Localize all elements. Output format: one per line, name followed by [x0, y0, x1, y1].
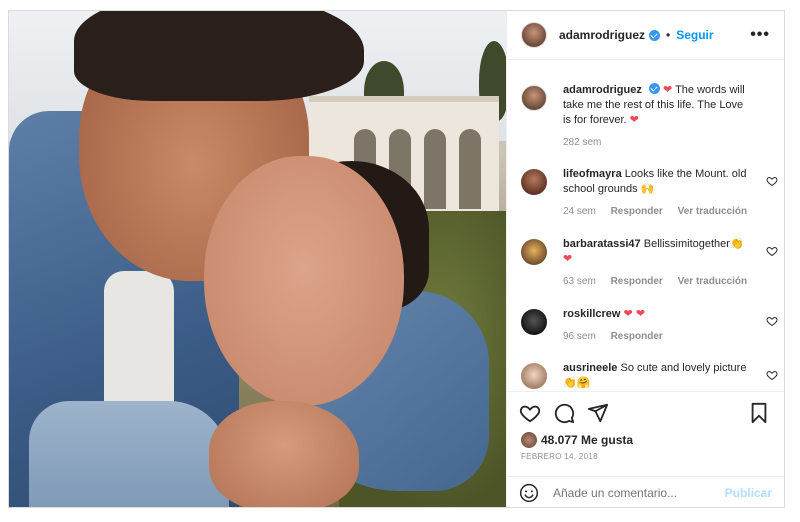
- comment-username[interactable]: roskillcrew: [563, 308, 620, 320]
- reply-button[interactable]: Responder: [611, 206, 663, 217]
- photo-woman-face: [204, 156, 404, 406]
- header-separator: •: [666, 28, 671, 42]
- comment-body: ausrineele So cute and lovely picture 👏🤗: [563, 361, 748, 391]
- like-comment-icon[interactable]: [766, 175, 778, 187]
- comment-text: Bellissimitogether: [643, 238, 730, 250]
- comment-username[interactable]: ausrineele: [563, 362, 617, 374]
- caption-meta: 282 sem: [563, 137, 776, 148]
- comment-text: So cute and lovely picture: [620, 362, 747, 374]
- action-icons: [519, 402, 609, 424]
- save-bookmark-icon[interactable]: [748, 402, 770, 424]
- comment-avatar[interactable]: [521, 239, 547, 265]
- comment-avatar[interactable]: [521, 169, 547, 195]
- likes-row[interactable]: 48.077 Me gusta: [521, 432, 633, 448]
- translate-button[interactable]: Ver traducción: [678, 206, 747, 217]
- photo-arch: [424, 129, 446, 209]
- like-comment-icon[interactable]: [766, 245, 778, 257]
- post-date: FEBRERO 14, 2018: [521, 452, 598, 461]
- comment-username[interactable]: barbaratassi47: [563, 238, 641, 250]
- comment-emoji: 👏🤗: [563, 377, 591, 389]
- comment-meta: 96 sem Responder: [563, 331, 776, 342]
- comment-item: barbaratassi47 Bellissimitogether👏 ❤ 63 …: [521, 237, 778, 287]
- add-comment-bar: Publicar: [507, 476, 784, 508]
- post-actions: 48.077 Me gusta FEBRERO 14, 2018 Publica…: [507, 391, 784, 507]
- post-panel: adamrodriguez • Seguir ••• adamrodriguez…: [506, 11, 784, 507]
- more-options-icon[interactable]: •••: [750, 26, 770, 44]
- verified-badge-icon: [648, 83, 660, 94]
- comment-avatar[interactable]: [521, 309, 547, 335]
- comment-meta: 24 sem Responder Ver traducción: [563, 206, 776, 217]
- comment-time: 63 sem: [563, 276, 596, 287]
- comment-item: ausrineele So cute and lovely picture 👏🤗: [521, 361, 778, 391]
- comment-avatar[interactable]: [521, 363, 547, 389]
- header-username[interactable]: adamrodriguez: [559, 28, 645, 42]
- add-comment-input[interactable]: [553, 485, 718, 500]
- comment-meta: 63 sem Responder Ver traducción: [563, 276, 776, 287]
- photo-arch: [459, 129, 481, 209]
- translate-button[interactable]: Ver traducción: [678, 276, 747, 287]
- comment-body: lifeofmayra Looks like the Mount. old sc…: [563, 167, 748, 197]
- verified-badge-icon: [649, 29, 661, 41]
- photo-woman-sweater: [29, 401, 229, 507]
- profile-avatar[interactable]: [521, 22, 547, 48]
- reply-button[interactable]: Responder: [611, 331, 663, 342]
- comment-username[interactable]: lifeofmayra: [563, 168, 622, 180]
- comment-item: lifeofmayra Looks like the Mount. old sc…: [521, 167, 778, 217]
- comment-emoji: 👏: [729, 238, 744, 250]
- comment-emoji: 🙌: [640, 183, 655, 195]
- liker-avatar: [521, 432, 537, 448]
- follow-button[interactable]: Seguir: [676, 28, 713, 42]
- heart-emoji-icon: ❤ ❤: [623, 308, 646, 320]
- heart-emoji-icon: ❤: [629, 114, 639, 126]
- heart-emoji-icon: ❤: [563, 253, 573, 265]
- post-header: adamrodriguez • Seguir •••: [507, 11, 784, 60]
- share-send-icon[interactable]: [587, 402, 609, 424]
- photo-hand: [209, 401, 359, 507]
- publish-button[interactable]: Publicar: [725, 486, 772, 500]
- comment-bubble-icon[interactable]: [553, 402, 575, 424]
- photo-man-hair: [74, 11, 364, 101]
- caption-avatar[interactable]: [521, 85, 547, 111]
- comment-body: roskillcrew ❤ ❤: [563, 307, 748, 322]
- caption: adamrodriguez ❤ The words will take me t…: [521, 83, 776, 148]
- like-heart-icon[interactable]: [519, 402, 541, 424]
- reply-button[interactable]: Responder: [611, 276, 663, 287]
- comments-list[interactable]: adamrodriguez ❤ The words will take me t…: [507, 61, 784, 391]
- post-frame: adamrodriguez • Seguir ••• adamrodriguez…: [8, 10, 785, 508]
- likes-count[interactable]: 48.077 Me gusta: [541, 433, 633, 447]
- like-comment-icon[interactable]: [766, 369, 778, 381]
- caption-username[interactable]: adamrodriguez: [563, 84, 642, 96]
- emoji-smile-icon[interactable]: [519, 483, 539, 503]
- like-comment-icon[interactable]: [766, 315, 778, 327]
- comment-time: 24 sem: [563, 206, 596, 217]
- comment-body: barbaratassi47 Bellissimitogether👏 ❤: [563, 237, 748, 267]
- post-photo[interactable]: [9, 11, 506, 507]
- caption-body: adamrodriguez ❤ The words will take me t…: [563, 83, 748, 128]
- heart-emoji-icon: ❤: [662, 84, 673, 96]
- comment-time: 96 sem: [563, 331, 596, 342]
- comment-item: roskillcrew ❤ ❤ 96 sem Responder: [521, 307, 778, 342]
- caption-time: 282 sem: [563, 137, 602, 148]
